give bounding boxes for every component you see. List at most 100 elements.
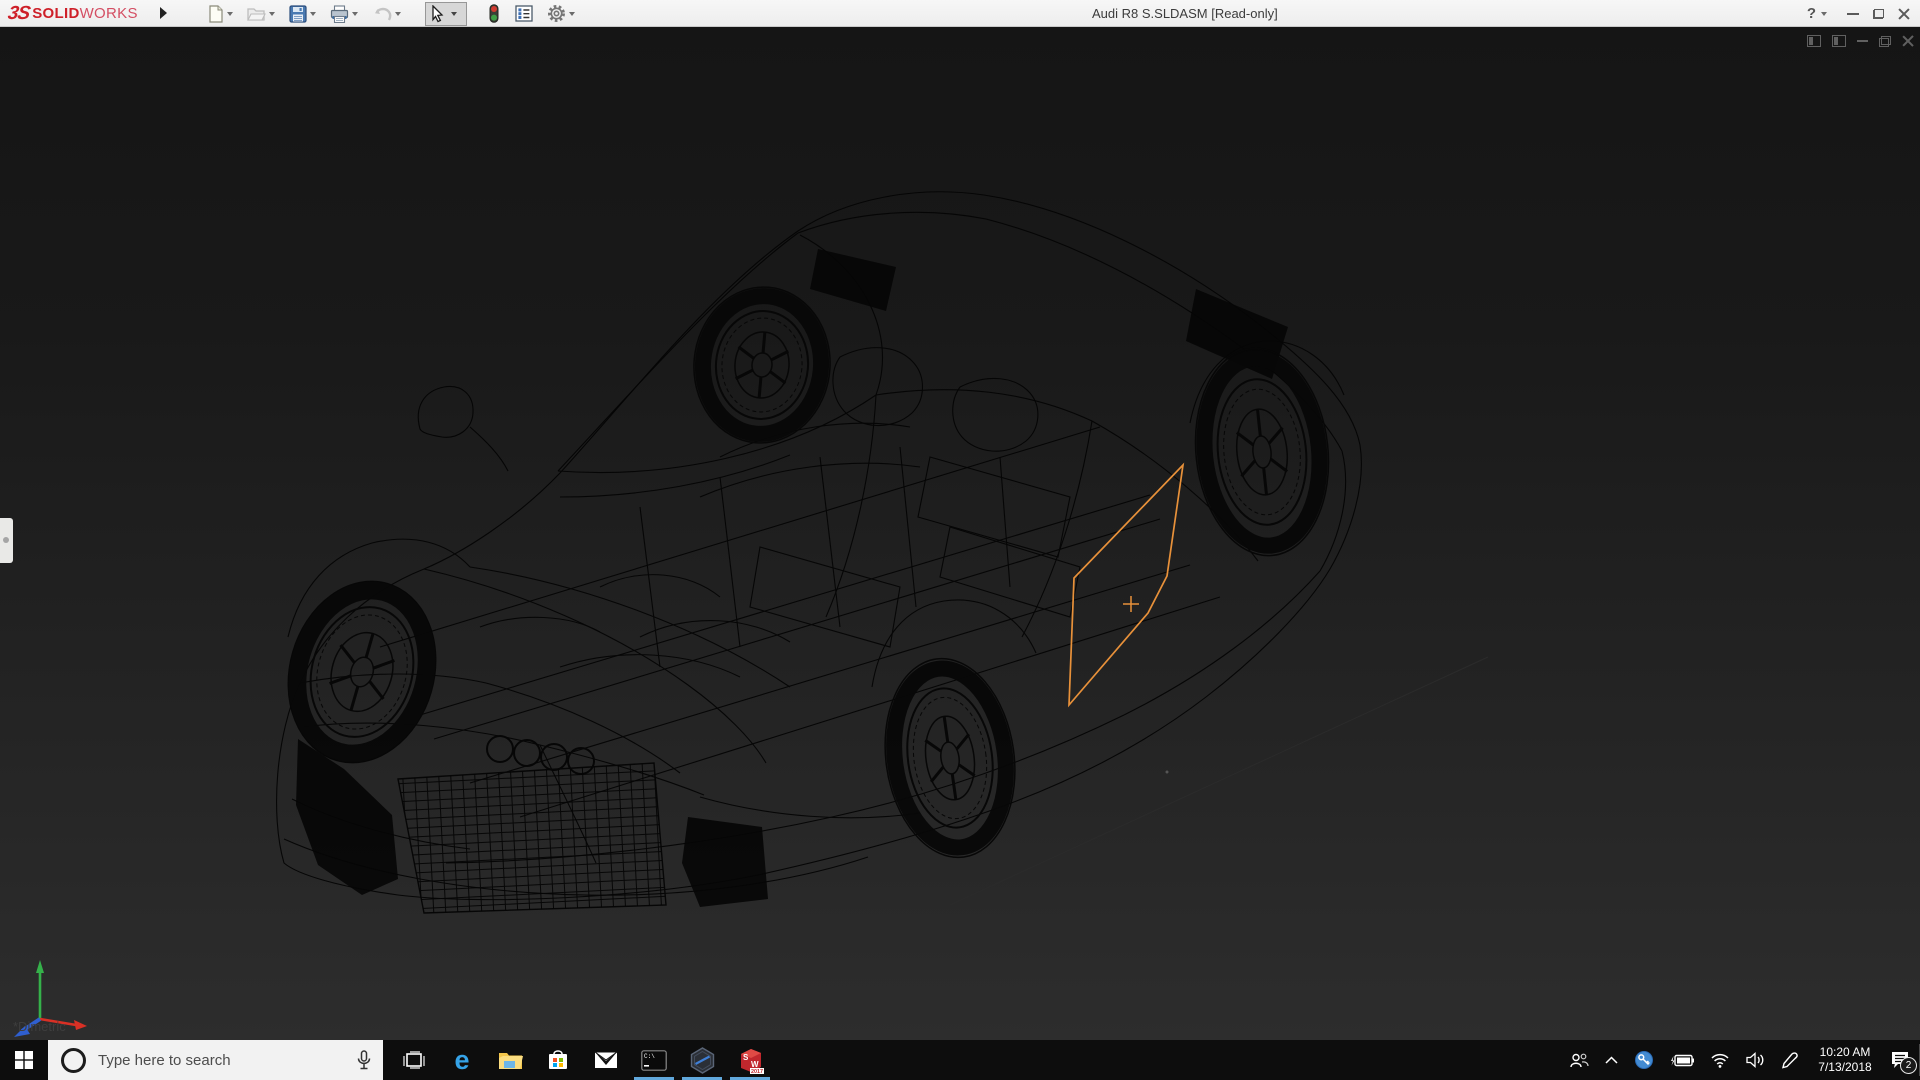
graphics-area[interactable]: *Dimetric bbox=[0, 27, 1920, 1040]
command-prompt-icon: C:\ bbox=[641, 1050, 667, 1071]
select-button[interactable] bbox=[425, 2, 467, 26]
task-view-icon bbox=[403, 1051, 425, 1069]
search-input[interactable] bbox=[96, 1051, 345, 1070]
doc-restore-icon bbox=[1879, 36, 1891, 47]
svg-text:S: S bbox=[743, 1053, 749, 1062]
mail-icon bbox=[594, 1051, 618, 1069]
windows-logo-icon bbox=[15, 1051, 33, 1069]
action-center-button[interactable]: 2 bbox=[1890, 1051, 1910, 1069]
brand-text-light: WORKS bbox=[80, 5, 138, 22]
screen: 3S SOLID WORKS bbox=[0, 0, 1920, 1080]
doc-close-icon bbox=[1902, 35, 1914, 47]
close-button[interactable] bbox=[1898, 8, 1910, 20]
cortana-icon bbox=[61, 1048, 86, 1073]
file-explorer-icon bbox=[498, 1050, 523, 1070]
svg-text:C:\: C:\ bbox=[644, 1053, 655, 1060]
network-button[interactable] bbox=[1710, 1053, 1730, 1068]
microsoft-store-button[interactable] bbox=[534, 1040, 582, 1080]
open-dropdown-caret[interactable] bbox=[269, 12, 275, 16]
minimize-icon bbox=[1847, 13, 1859, 15]
window-controls: ? bbox=[1807, 0, 1916, 27]
close-icon bbox=[1898, 8, 1910, 20]
solidworks-logo-mark: 3S bbox=[6, 3, 31, 25]
doc-restore-button[interactable] bbox=[1879, 36, 1891, 47]
edge-button[interactable]: e bbox=[438, 1040, 486, 1080]
edge-icon: e bbox=[454, 1047, 469, 1074]
show-feature-pane-button[interactable] bbox=[1807, 35, 1821, 47]
volume-button[interactable] bbox=[1746, 1052, 1765, 1068]
windows-ink-button[interactable] bbox=[1781, 1052, 1798, 1069]
clock-date: 7/13/2018 bbox=[1812, 1060, 1878, 1075]
pen-icon bbox=[1781, 1052, 1798, 1069]
notification-badge: 2 bbox=[1900, 1057, 1917, 1074]
key-utility-button[interactable] bbox=[1634, 1050, 1654, 1070]
menu-expand-icon[interactable] bbox=[160, 7, 167, 19]
show-display-pane-button[interactable] bbox=[1832, 35, 1846, 47]
doc-minimize-button[interactable] bbox=[1857, 40, 1868, 42]
restore-button[interactable] bbox=[1873, 9, 1884, 19]
file-properties-button[interactable] bbox=[513, 2, 535, 25]
clock-time: 10:20 AM bbox=[1812, 1045, 1878, 1060]
help-dropdown-caret[interactable] bbox=[1821, 12, 1827, 16]
save-floppy-icon bbox=[289, 5, 307, 23]
titlebar: 3S SOLID WORKS bbox=[0, 0, 1920, 27]
doc-minimize-icon bbox=[1857, 40, 1868, 42]
file-properties-icon bbox=[515, 5, 533, 22]
taskbar-search[interactable] bbox=[48, 1040, 383, 1080]
save-dropdown-caret[interactable] bbox=[310, 12, 316, 16]
taskbar-clock[interactable]: 10:20 AM 7/13/2018 bbox=[1812, 1045, 1878, 1075]
pane-left-icon bbox=[1807, 35, 1821, 47]
feature-tree-flyout-tab[interactable] bbox=[0, 518, 13, 563]
standard-toolbar bbox=[205, 0, 587, 27]
taskbar: e C: bbox=[0, 1040, 1920, 1080]
view-orientation-label: *Dimetric bbox=[13, 1019, 66, 1034]
open-folder-icon bbox=[247, 5, 266, 22]
new-document-button[interactable] bbox=[205, 2, 241, 26]
options-dropdown-caret[interactable] bbox=[569, 12, 575, 16]
brand-text-bold: SOLID bbox=[32, 5, 79, 22]
solidworks-app-button[interactable]: S W 2017 bbox=[726, 1040, 774, 1080]
options-gear-icon bbox=[547, 4, 566, 23]
help-button[interactable]: ? bbox=[1807, 5, 1816, 22]
hidden-icons-button[interactable] bbox=[1605, 1056, 1618, 1064]
hexagon-app-icon bbox=[690, 1047, 715, 1074]
options-button[interactable] bbox=[545, 1, 583, 26]
doc-close-button[interactable] bbox=[1902, 35, 1914, 47]
people-button[interactable] bbox=[1570, 1053, 1589, 1068]
minimize-button[interactable] bbox=[1847, 13, 1859, 15]
battery-charging-icon bbox=[1670, 1054, 1694, 1067]
document-window-controls bbox=[1796, 35, 1914, 47]
select-dropdown-caret[interactable] bbox=[451, 12, 457, 16]
select-cursor-icon bbox=[429, 5, 445, 23]
rebuild-traffic-light-icon bbox=[489, 4, 499, 23]
undo-button[interactable] bbox=[370, 3, 409, 25]
new-dropdown-caret[interactable] bbox=[227, 12, 233, 16]
save-button[interactable] bbox=[287, 2, 324, 26]
mail-button[interactable] bbox=[582, 1040, 630, 1080]
wheel-rear-right bbox=[1185, 342, 1338, 563]
battery-button[interactable] bbox=[1670, 1054, 1694, 1067]
people-icon bbox=[1570, 1053, 1589, 1068]
print-button[interactable] bbox=[328, 2, 366, 26]
restore-icon bbox=[1873, 9, 1884, 19]
command-prompt-button[interactable]: C:\ bbox=[630, 1040, 678, 1080]
solidworks-logo[interactable]: 3S SOLID WORKS bbox=[8, 0, 138, 27]
microphone-icon[interactable] bbox=[357, 1050, 371, 1070]
selected-face-highlight[interactable] bbox=[1069, 465, 1183, 705]
print-dropdown-caret[interactable] bbox=[352, 12, 358, 16]
new-document-icon bbox=[207, 5, 224, 23]
task-view-button[interactable] bbox=[390, 1040, 438, 1080]
wireframe-model-audi-r8[interactable] bbox=[0, 27, 1920, 1040]
file-explorer-button[interactable] bbox=[486, 1040, 534, 1080]
hexagon-app-button[interactable] bbox=[678, 1040, 726, 1080]
undo-dropdown-caret[interactable] bbox=[395, 12, 401, 16]
svg-text:2017: 2017 bbox=[751, 1069, 763, 1074]
store-icon bbox=[547, 1049, 569, 1071]
key-icon bbox=[1634, 1050, 1654, 1070]
undo-icon bbox=[372, 6, 392, 22]
rebuild-button[interactable] bbox=[487, 1, 501, 26]
open-button[interactable] bbox=[245, 2, 283, 25]
solidworks-app-icon: S W 2017 bbox=[737, 1047, 764, 1074]
chevron-up-icon bbox=[1605, 1056, 1618, 1064]
start-button[interactable] bbox=[0, 1040, 48, 1080]
